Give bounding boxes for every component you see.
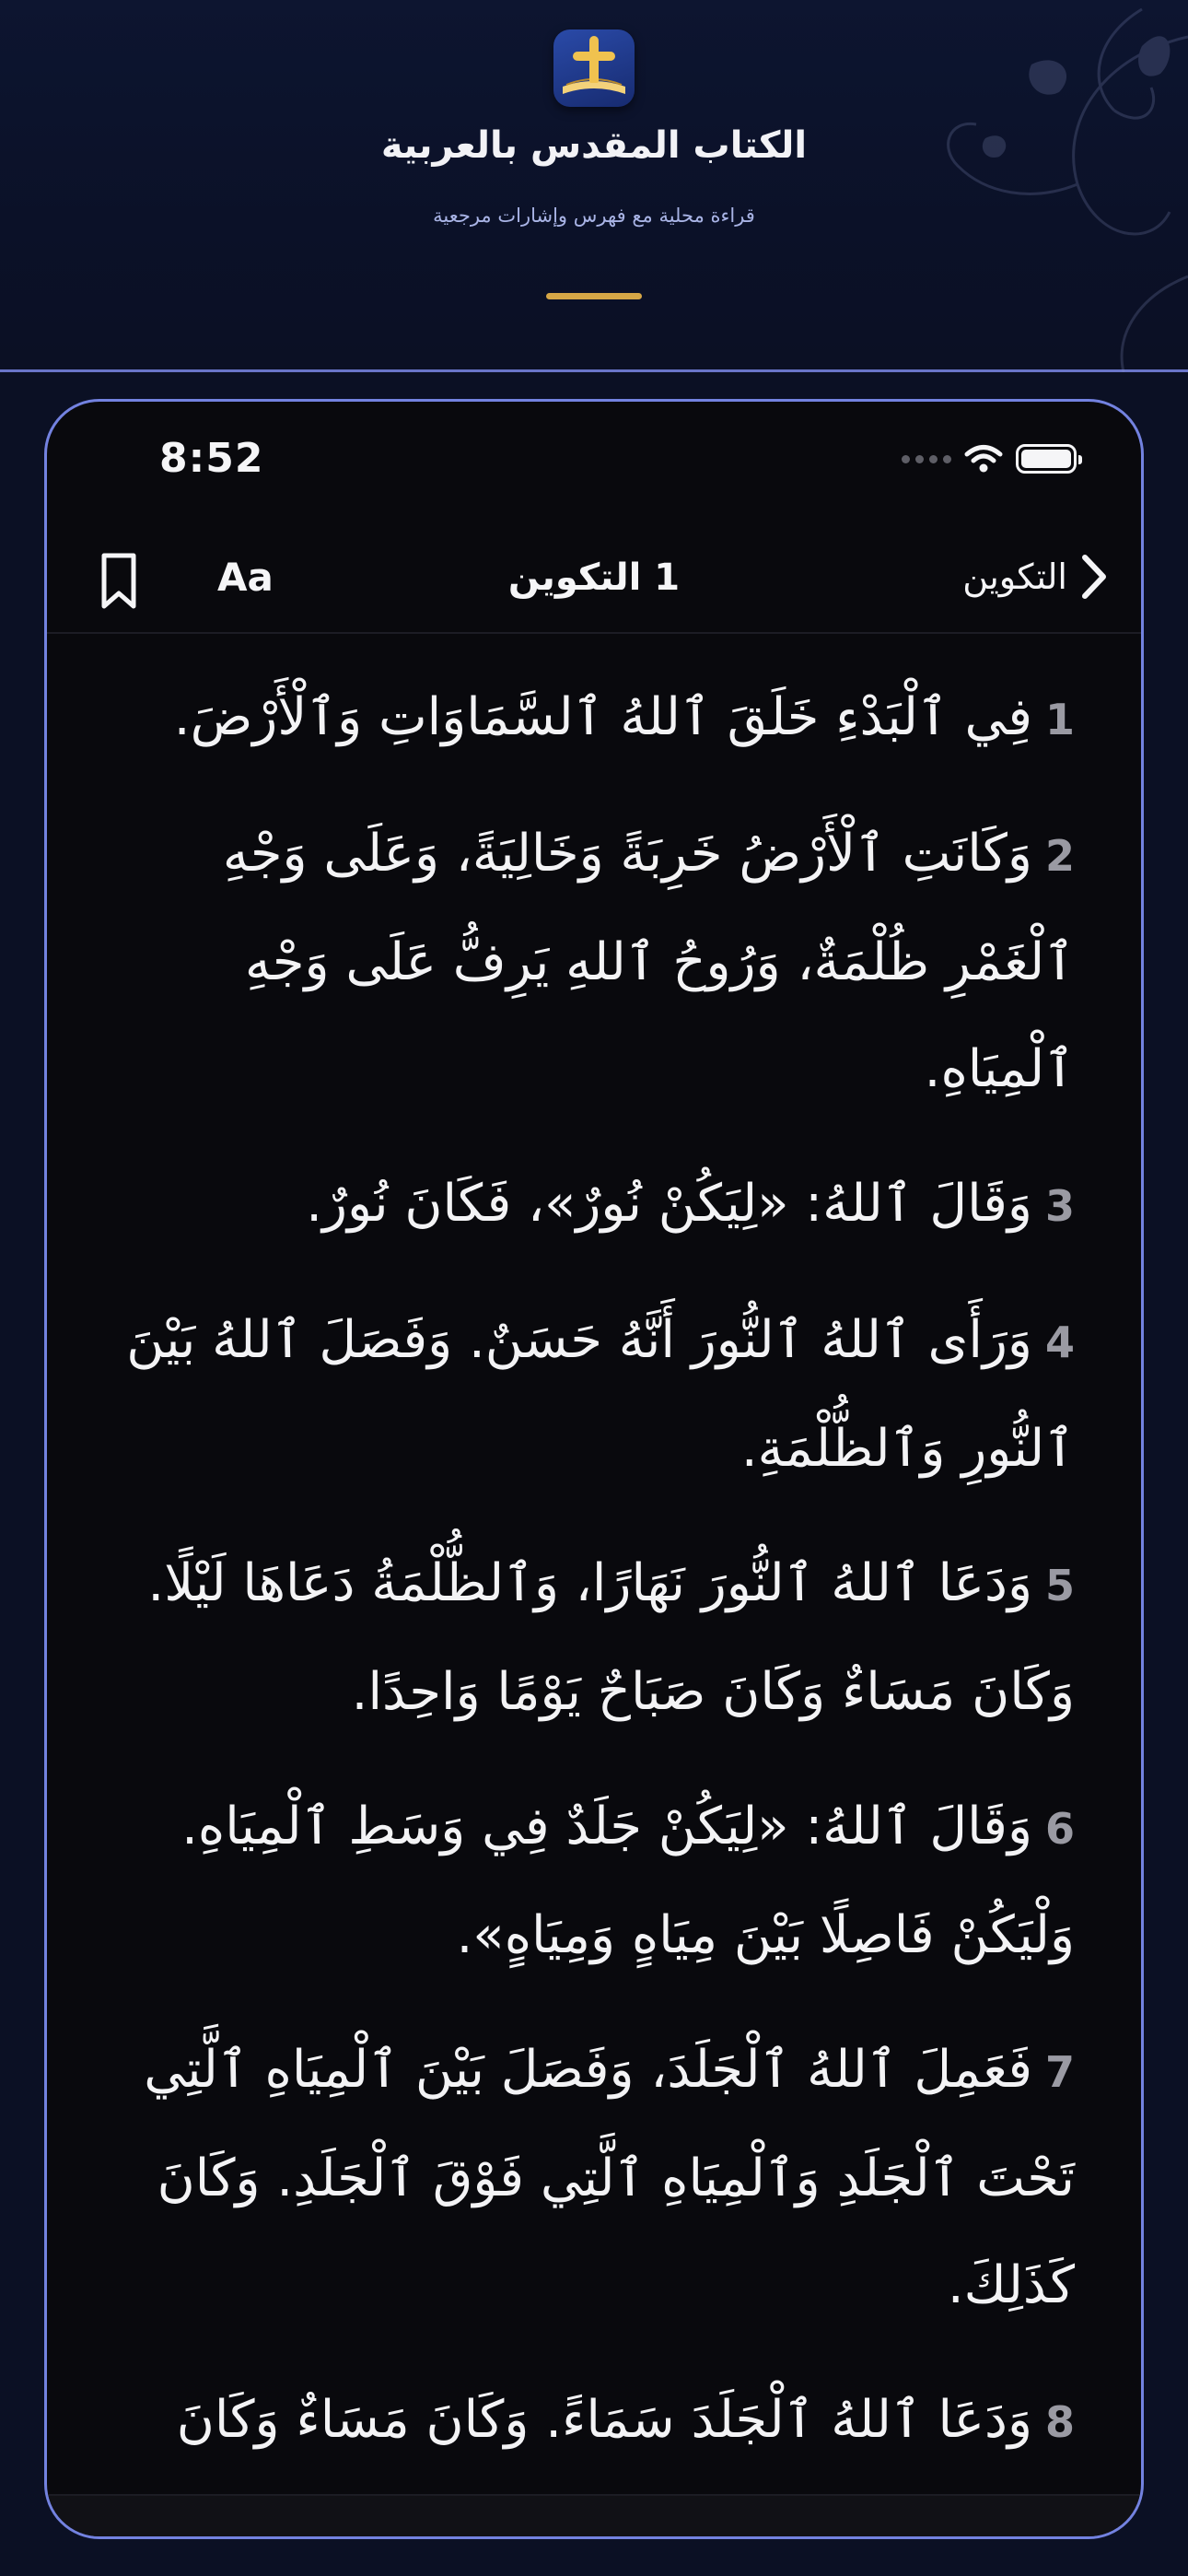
verse-text: فَعَمِلَ ٱللهُ ٱلْجَلَدَ، وَفَصَلَ بَيْن…: [144, 2040, 1075, 2315]
verse-number: 6: [1044, 1804, 1075, 1854]
status-time: 8:52: [159, 435, 264, 482]
floral-ornament-icon: [947, 7, 1188, 372]
verse[interactable]: 5وَدَعَا ٱللهُ ٱلنُّورَ نَهَارًا، وَٱلظُ…: [100, 1530, 1075, 1746]
accent-divider: [546, 293, 642, 299]
phone-screen: 8:52 Aa 1 التكوين التكوين 1فِي ٱلْبَدْءِ…: [44, 399, 1144, 2539]
verse[interactable]: 2وَكَانَتِ ٱلْأَرْضُ خَرِبَةً وَخَالِيَة…: [100, 801, 1075, 1123]
verse[interactable]: 6وَقَالَ ٱللهُ: «لِيَكُنْ جَلَدٌ فِي وَس…: [100, 1774, 1075, 1989]
verse[interactable]: 3وَقَالَ ٱللهُ: «لِيَكُنْ نُورٌ»، فَكَان…: [100, 1151, 1075, 1259]
verse[interactable]: 1فِي ٱلْبَدْءِ خَلَقَ ٱللهُ ٱلسَّمَاوَات…: [100, 664, 1075, 773]
chapter-text: 1فِي ٱلْبَدْءِ خَلَقَ ٱللهُ ٱلسَّمَاوَات…: [100, 664, 1075, 2536]
back-button-label: التكوين: [962, 556, 1067, 597]
status-icons: [902, 439, 1082, 479]
chevron-right-icon: [1082, 555, 1106, 599]
verse[interactable]: 7فَعَمِلَ ٱللهُ ٱلْجَلَدَ، وَفَصَلَ بَيْ…: [100, 2017, 1075, 2339]
verse-text: وَكَانَتِ ٱلْأَرْضُ خَرِبَةً وَخَالِيَةً…: [222, 824, 1075, 1099]
reader-navbar: Aa 1 التكوين التكوين: [47, 521, 1141, 634]
signal-dots-icon: [902, 454, 951, 463]
verse-text: وَقَالَ ٱللهُ: «لِيَكُنْ جَلَدٌ فِي وَسَ…: [181, 1797, 1075, 1965]
verse-text: وَدَعَا ٱللهُ ٱلنُّورَ نَهَارًا، وَٱلظُّ…: [147, 1553, 1075, 1722]
app-icon: [553, 29, 635, 107]
verse-number: 3: [1044, 1181, 1075, 1231]
verse-number: 7: [1044, 2047, 1075, 2097]
verse-number: 1: [1044, 695, 1075, 744]
verse[interactable]: 4وَرَأَى ٱللهُ ٱلنُّورَ أَنَّهُ حَسَنٌ. …: [100, 1287, 1075, 1503]
bible-cross-icon: [563, 36, 625, 94]
verse-text: وَرَأَى ٱللهُ ٱلنُّورَ أَنَّهُ حَسَنٌ. و…: [126, 1310, 1075, 1479]
verse-text: فِي ٱلْبَدْءِ خَلَقَ ٱللهُ ٱلسَّمَاوَاتِ…: [173, 687, 1032, 747]
verse-number: 5: [1044, 1561, 1075, 1610]
app-title: الكتاب المقدس بالعربية: [380, 124, 808, 167]
battery-icon: [1016, 444, 1082, 474]
back-button[interactable]: التكوين: [962, 549, 1108, 604]
verse-number: 2: [1044, 831, 1075, 881]
promo-header: الكتاب المقدس بالعربية قراءة محلية مع فه…: [0, 0, 1188, 372]
wifi-icon: [964, 445, 1003, 473]
verse-number: 4: [1044, 1317, 1075, 1367]
app-subtitle: قراءة محلية مع فهرس وإشارات مرجعية: [433, 205, 755, 227]
verse-number: 8: [1044, 2397, 1075, 2447]
bottom-toolbar: [47, 2494, 1141, 2536]
verse-text: وَقَالَ ٱللهُ: «لِيَكُنْ نُورٌ»، فَكَانَ…: [306, 1174, 1032, 1234]
